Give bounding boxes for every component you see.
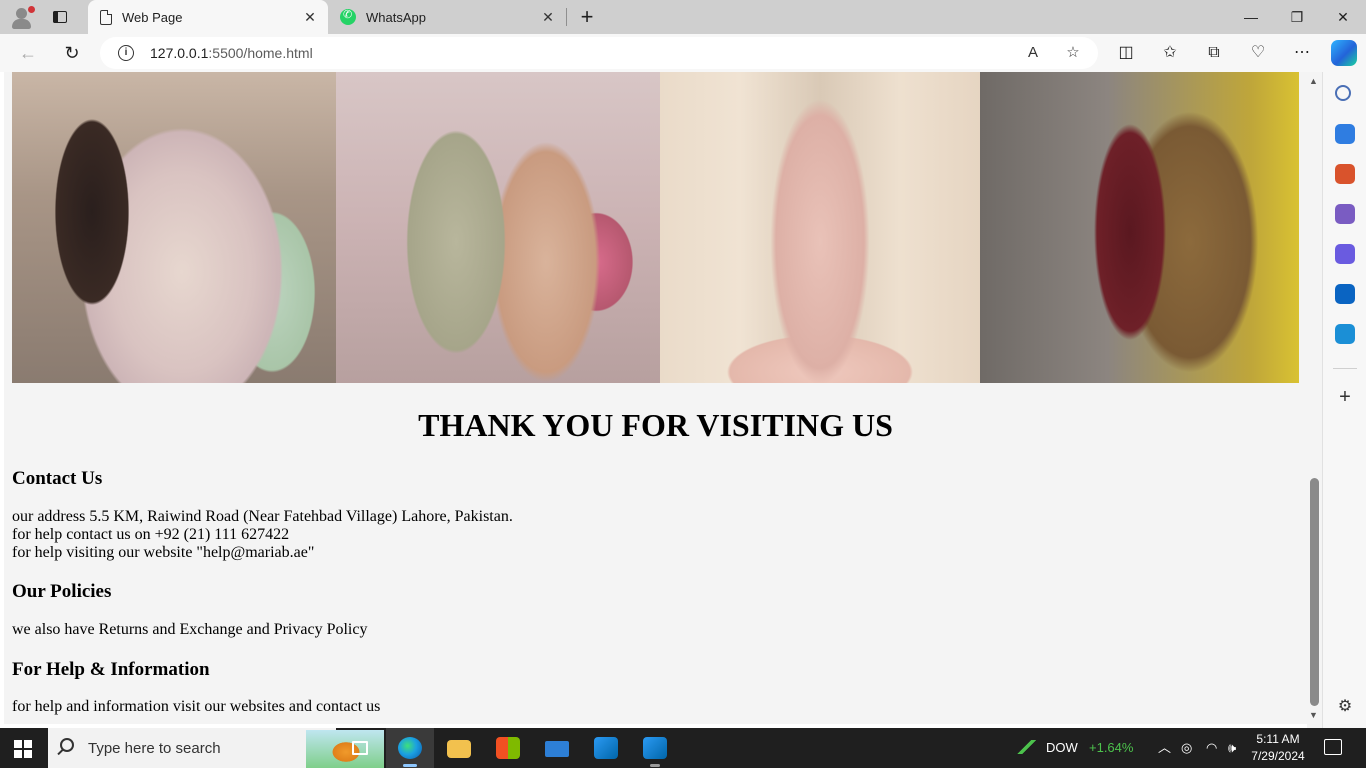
help-text: for help and information visit our websi… <box>12 698 381 715</box>
notification-center-icon[interactable] <box>1324 739 1342 755</box>
split-screen-icon[interactable]: ◫ <box>1114 42 1138 64</box>
sidebar-search-icon[interactable] <box>1335 85 1351 101</box>
start-button-icon[interactable] <box>14 740 32 758</box>
edge-icon <box>398 737 422 759</box>
page-viewport: THANK YOU FOR VISITING US Contact Us our… <box>0 72 1322 728</box>
sidebar-tools-icon[interactable] <box>1335 164 1355 184</box>
profile-avatar-icon[interactable] <box>8 4 36 30</box>
site-info-icon[interactable]: i <box>118 45 134 61</box>
wifi-icon[interactable]: ◠ <box>1206 728 1217 768</box>
favorite-star-icon[interactable]: ☆ <box>1062 43 1084 63</box>
sidebar-outlook-icon[interactable] <box>1335 284 1355 304</box>
taskbar-search-box[interactable]: Type here to search <box>48 728 384 768</box>
sidebar-divider <box>1333 368 1357 369</box>
tab-divider <box>566 8 567 26</box>
taskbar-vs-code[interactable] <box>582 728 630 768</box>
search-placeholder: Type here to search <box>88 740 221 757</box>
restore-button[interactable]: ❐ <box>1274 0 1320 34</box>
camera-icon[interactable]: ◎ <box>1181 728 1192 768</box>
read-aloud-icon[interactable]: A <box>1022 43 1044 63</box>
thank-you-heading: THANK YOU FOR VISITING US <box>418 407 893 443</box>
taskbar-file-explorer[interactable] <box>435 728 483 768</box>
policies-heading: Our Policies <box>12 581 112 602</box>
gallery-image <box>12 72 336 383</box>
tab-close-icon[interactable]: ✕ <box>298 9 322 26</box>
back-button[interactable]: ← <box>14 40 42 66</box>
taskbar-clock[interactable]: 5:11 AM 7/29/2024 <box>1248 731 1308 765</box>
product-gallery <box>12 72 1299 383</box>
stock-ticker[interactable]: DOW <box>1046 728 1078 768</box>
collections-icon[interactable]: ⧉ <box>1202 42 1226 64</box>
contact-phone: for help contact us on +92 (21) 111 6274… <box>12 526 290 543</box>
volume-icon[interactable]: 🕪 <box>1228 728 1236 768</box>
store-icon <box>496 737 520 759</box>
show-hidden-icons-icon[interactable]: ︿ <box>1158 728 1171 768</box>
tab-close-icon[interactable]: ✕ <box>536 9 560 26</box>
web-page: THANK YOU FOR VISITING US Contact Us our… <box>4 72 1307 724</box>
scrollbar-thumb[interactable] <box>1310 478 1319 706</box>
url-path: :5500/home.html <box>208 45 313 61</box>
sidebar-settings-icon[interactable]: ⚙ <box>1335 696 1355 716</box>
vs-code-icon <box>643 737 667 759</box>
minimize-button[interactable]: — <box>1228 0 1274 34</box>
vs-code-icon <box>594 737 618 759</box>
tab-strip: Web Page ✕ WhatsApp ✕ + — ❐ ✕ <box>0 0 1366 34</box>
search-icon <box>60 738 74 752</box>
close-window-button[interactable]: ✕ <box>1320 0 1366 34</box>
contact-address: our address 5.5 KM, Raiwind Road (Near F… <box>12 508 513 525</box>
sidebar-send-icon[interactable] <box>1335 324 1355 344</box>
url-text[interactable]: 127.0.0.1:5500/home.html <box>150 45 313 61</box>
scroll-down-icon[interactable]: ▼ <box>1309 710 1318 720</box>
tab-whatsapp[interactable]: WhatsApp ✕ <box>330 0 566 34</box>
clock-time: 5:11 AM <box>1256 732 1300 746</box>
tab-web-page[interactable]: Web Page ✕ <box>88 0 328 34</box>
contact-heading: Contact Us <box>12 468 103 489</box>
taskbar-vs-code-2[interactable] <box>631 728 679 768</box>
sidebar-shopping-icon[interactable] <box>1335 124 1355 144</box>
reload-button[interactable]: ↻ <box>58 40 86 66</box>
notification-dot-icon <box>28 6 35 13</box>
new-tab-button[interactable]: + <box>574 4 600 30</box>
browser-toolbar: ← ↻ i 127.0.0.1:5500/home.html A ☆ ◫ ✩ ⧉… <box>0 34 1366 72</box>
policies-text: we also have Returns and Exchange and Pr… <box>12 621 368 638</box>
tab-title: Web Page <box>122 9 183 25</box>
address-bar[interactable]: i 127.0.0.1:5500/home.html A ☆ <box>100 37 1098 69</box>
contact-email: for help visiting our website "help@mari… <box>12 544 315 561</box>
whatsapp-icon <box>340 8 356 25</box>
edge-sidebar: + ⚙ <box>1322 72 1366 728</box>
gallery-image <box>336 72 660 383</box>
gallery-image <box>980 72 1299 383</box>
favorites-icon[interactable]: ✩ <box>1158 42 1182 64</box>
help-heading: For Help & Information <box>12 659 210 680</box>
browser-essentials-icon[interactable]: ♡ <box>1246 42 1270 64</box>
more-options-icon[interactable]: ⋯ <box>1290 42 1314 64</box>
gallery-image <box>660 72 980 383</box>
clock-date: 7/29/2024 <box>1251 749 1305 763</box>
stock-change[interactable]: +1.64% <box>1089 728 1133 768</box>
tab-title: WhatsApp <box>366 9 426 25</box>
taskbar-mail[interactable] <box>533 728 581 768</box>
sidebar-games-icon[interactable] <box>1335 204 1355 224</box>
document-icon <box>100 9 112 25</box>
taskbar-edge[interactable] <box>386 728 434 768</box>
scroll-up-icon[interactable]: ▲ <box>1309 76 1318 86</box>
taskbar-microsoft-store[interactable] <box>484 728 532 768</box>
url-host: 127.0.0.1 <box>150 45 209 61</box>
stock-chart-icon[interactable] <box>1014 728 1038 768</box>
sidebar-copilot-app-icon[interactable] <box>1335 244 1355 264</box>
copilot-icon[interactable] <box>1331 40 1357 66</box>
windows-taskbar: Type here to search DOW +1.64% ︿ ◎ ◠ 🕪 5… <box>0 728 1366 768</box>
task-view-icon <box>352 741 368 755</box>
folder-icon <box>447 740 471 758</box>
tab-actions-icon[interactable] <box>48 6 72 28</box>
task-view-button[interactable] <box>336 728 384 768</box>
sidebar-add-icon[interactable]: + <box>1335 386 1355 409</box>
mail-icon <box>545 741 569 757</box>
